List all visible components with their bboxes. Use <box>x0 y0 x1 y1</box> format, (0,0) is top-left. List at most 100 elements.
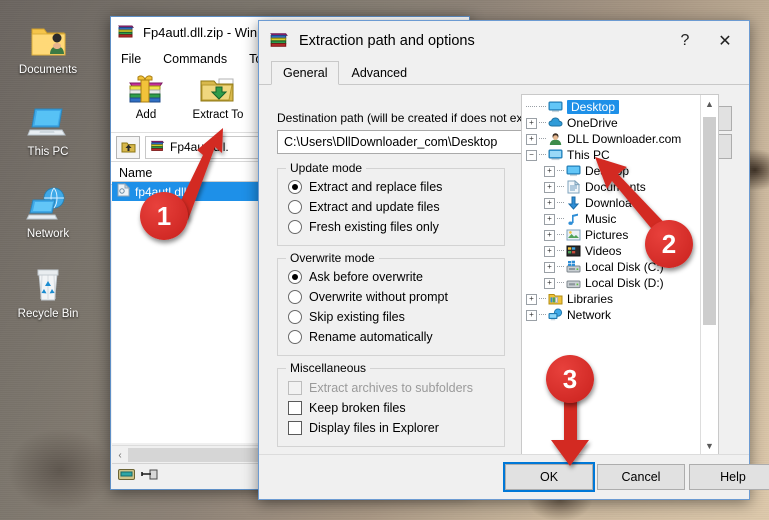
tree-node[interactable]: + Documents <box>526 179 700 195</box>
folder-tree[interactable]: Desktop + OneDrive + DLL Downloader.com − This… <box>521 94 719 455</box>
checkbox-keep-broken-files[interactable]: Keep broken files <box>278 398 504 418</box>
tree-node-label: Local Disk (D:) <box>585 276 664 290</box>
miscellaneous-group: Miscellaneous Extract archives to subfol… <box>277 361 505 447</box>
radio-icon[interactable] <box>288 310 302 324</box>
tree-node[interactable]: + Downloads <box>526 195 700 211</box>
tree-expand-icon[interactable]: + <box>544 213 555 225</box>
tree-connector <box>557 202 564 204</box>
menu-item-file[interactable]: File <box>121 52 141 66</box>
tree-node-label: OneDrive <box>567 116 618 130</box>
radio-fresh-existing-only[interactable]: Fresh existing files only <box>278 217 504 237</box>
tree-node[interactable]: + Network <box>526 307 700 323</box>
chevron-up-icon[interactable]: ▲ <box>701 95 718 112</box>
tree-expand-icon[interactable]: + <box>526 293 537 305</box>
checkbox-icon[interactable] <box>288 421 302 435</box>
desktop-icon-label: Documents <box>18 64 78 76</box>
dialog-titlebar[interactable]: Extraction path and options ? ✕ <box>259 21 749 61</box>
tab-label: General <box>283 66 328 80</box>
option-label: Extract and replace files <box>309 180 443 194</box>
checkbox-icon[interactable] <box>288 401 302 415</box>
checkbox-icon <box>288 381 302 395</box>
callout-number: 2 <box>661 228 677 259</box>
overwrite-mode-group: Overwrite mode Ask before overwrite Over… <box>277 251 505 356</box>
close-icon[interactable]: ✕ <box>705 31 745 51</box>
radio-icon[interactable] <box>288 270 302 284</box>
add-archive-icon <box>117 74 175 108</box>
ok-button[interactable]: OK <box>503 462 595 492</box>
tree-expand-icon[interactable]: + <box>526 133 537 145</box>
tree-vertical-scrollbar[interactable]: ▲ ▼ <box>700 95 718 454</box>
tree-node-label: Local Disk (C:) <box>585 260 664 274</box>
chevron-down-icon[interactable]: ▼ <box>701 437 718 454</box>
radio-icon[interactable] <box>288 290 302 304</box>
radio-icon[interactable] <box>288 330 302 344</box>
tree-expand-icon[interactable]: + <box>544 245 555 257</box>
radio-ask-before-overwrite[interactable]: Ask before overwrite <box>278 267 504 287</box>
cancel-button[interactable]: Cancel <box>597 464 685 490</box>
tree-expand-icon[interactable]: + <box>526 117 537 129</box>
radio-extract-and-replace[interactable]: Extract and replace files <box>278 177 504 197</box>
winrar-books-icon <box>150 138 165 156</box>
tree-expand-icon[interactable]: + <box>544 277 555 289</box>
up-folder-icon[interactable] <box>116 135 140 159</box>
scrollbar-thumb[interactable] <box>703 117 716 325</box>
radio-icon[interactable] <box>288 220 302 234</box>
desktop-icon-network[interactable]: Network <box>2 182 94 241</box>
tree-node[interactable]: + Libraries <box>526 291 700 307</box>
tree-node-label: Videos <box>585 244 622 258</box>
help-button[interactable]: Help <box>689 464 769 490</box>
radio-rename-automatically[interactable]: Rename automatically <box>278 327 504 347</box>
tree-expand-icon[interactable]: + <box>526 309 537 321</box>
folder-tree-nodes[interactable]: Desktop + OneDrive + DLL Downloader.com − This… <box>522 95 700 454</box>
desktop-monitor-icon <box>566 164 581 178</box>
tree-node[interactable]: + OneDrive <box>526 115 700 131</box>
extract-to-toolbar-button[interactable]: Extract To <box>189 74 247 121</box>
tree-expand-icon[interactable]: + <box>544 165 555 177</box>
callout-number: 1 <box>156 200 172 231</box>
tree-node[interactable]: Desktop <box>526 99 700 115</box>
menu-item-commands[interactable]: Commands <box>163 52 227 66</box>
option-label: Rename automatically <box>309 330 433 344</box>
tab-general[interactable]: General <box>271 61 340 85</box>
tree-collapse-icon[interactable]: − <box>526 149 537 161</box>
button-label: OK <box>539 470 559 484</box>
tree-node-label: Music <box>585 212 617 226</box>
tree-expand-icon[interactable]: + <box>544 181 555 193</box>
scroll-left-icon[interactable]: ‹ <box>112 450 128 461</box>
desktop-icon-documents[interactable]: Documents <box>2 18 94 77</box>
tree-expand-icon[interactable]: + <box>544 197 555 209</box>
radio-icon[interactable] <box>288 200 302 214</box>
key-icon <box>141 468 158 484</box>
tree-expand-icon[interactable]: + <box>544 261 555 273</box>
radio-extract-and-update[interactable]: Extract and update files <box>278 197 504 217</box>
tree-node-label: Downloads <box>585 196 645 210</box>
radio-skip-existing-files[interactable]: Skip existing files <box>278 307 504 327</box>
dll-file-icon <box>117 182 131 200</box>
tree-connector <box>539 106 546 108</box>
videos-icon <box>566 244 581 258</box>
tree-node[interactable]: + DLL Downloader.com <box>526 131 700 147</box>
drive-icon <box>118 468 135 484</box>
tree-node[interactable]: + Local Disk (D:) <box>526 275 700 291</box>
radio-overwrite-without-prompt[interactable]: Overwrite without prompt <box>278 287 504 307</box>
network-icon <box>548 308 563 322</box>
dialog-tabs[interactable]: General Advanced <box>259 61 749 85</box>
checkbox-extract-archives-to-subfolders: Extract archives to subfolders <box>278 378 504 398</box>
help-icon[interactable]: ? <box>665 32 705 50</box>
tree-node-label: This PC <box>567 148 610 162</box>
tree-connector <box>539 314 546 316</box>
checkbox-display-files-in-explorer[interactable]: Display files in Explorer <box>278 418 504 438</box>
tab-advanced[interactable]: Advanced <box>339 61 419 85</box>
tree-node[interactable]: + Desktop <box>526 163 700 179</box>
tree-connector <box>557 218 564 220</box>
group-caption: Overwrite mode <box>286 251 379 265</box>
tree-expand-icon[interactable]: + <box>544 229 555 241</box>
tree-connector <box>539 122 546 124</box>
tree-connector <box>557 266 564 268</box>
radio-icon[interactable] <box>288 180 302 194</box>
tree-node[interactable]: − This PC <box>526 147 700 163</box>
desktop-icon-recycle-bin[interactable]: Recycle Bin <box>2 262 94 321</box>
desktop-icon-this-pc[interactable]: This PC <box>2 100 94 159</box>
button-label: Help <box>720 470 746 484</box>
add-toolbar-button[interactable]: Add <box>117 74 175 121</box>
